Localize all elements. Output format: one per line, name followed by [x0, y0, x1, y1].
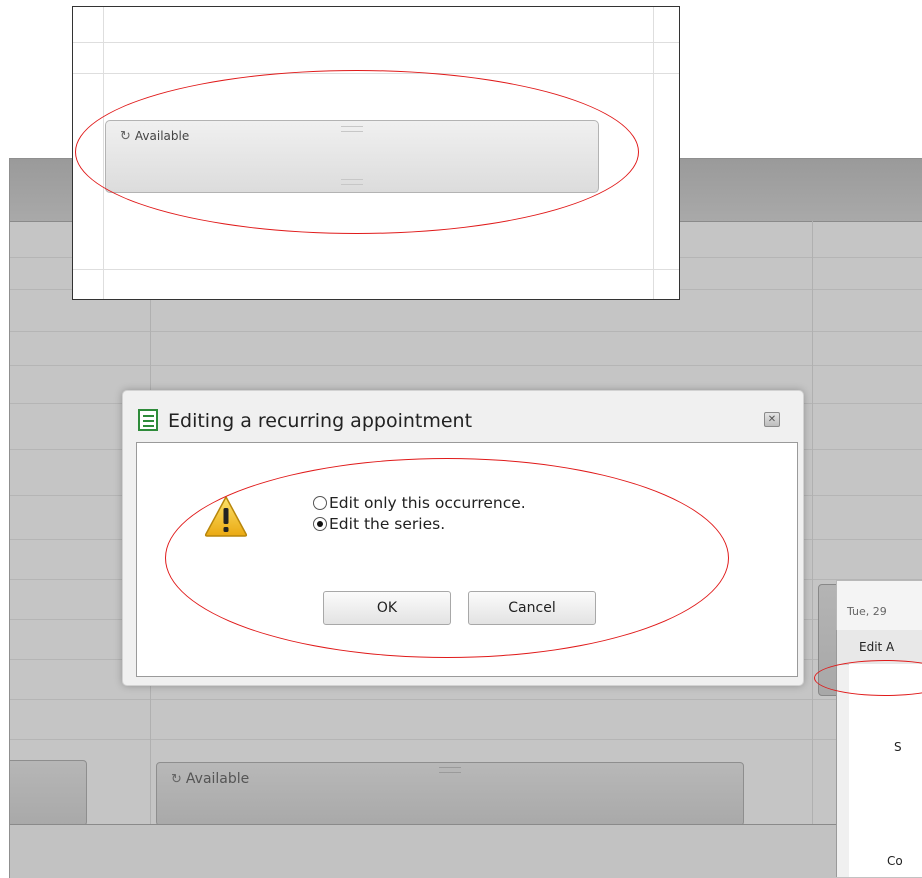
option-edit-series[interactable]: Edit the series. [313, 515, 445, 533]
radio-edit-occurrence[interactable] [313, 496, 327, 510]
recurring-appointment-dialog: Editing a recurring appointment ✕ Edit o… [122, 390, 804, 686]
zoom-inset: ↻ Available [72, 6, 680, 300]
calendar-icon [138, 409, 158, 431]
option-label: Edit the series. [329, 515, 446, 533]
appointment-label: Available [185, 771, 250, 787]
field-label-fragment: Co [887, 854, 903, 868]
tab-label: Edit A [859, 640, 895, 654]
recurrence-icon: ↻ [171, 772, 182, 787]
tab-edit-appointment[interactable]: Edit A [837, 630, 922, 665]
resize-handle-top[interactable] [341, 126, 363, 132]
date-label: Tue, 29 [847, 605, 887, 618]
dialog-body: Edit only this occurrence. Edit the seri… [136, 442, 798, 677]
radio-edit-series[interactable] [313, 517, 327, 531]
recurrence-icon: ↻ [120, 129, 131, 144]
scheduler-footer [10, 824, 922, 878]
option-edit-occurrence[interactable]: Edit only this occurrence. [313, 494, 526, 512]
edit-appointment-panel: Edit A S Co [836, 630, 922, 877]
appointment-block-available[interactable]: ↻ Available [156, 762, 744, 826]
side-date-header: Tue, 29 [836, 580, 922, 632]
edit-panel-content: S Co [849, 664, 922, 877]
appointment-label: Available [134, 129, 190, 143]
field-label-fragment: S [894, 740, 902, 754]
resize-handle-bottom[interactable] [341, 179, 363, 185]
dialog-title: Editing a recurring appointment [168, 410, 473, 432]
appointment-block-left[interactable] [10, 760, 87, 826]
close-icon[interactable]: ✕ [764, 412, 780, 427]
resize-handle[interactable] [439, 767, 461, 773]
appointment-block-zoomed[interactable]: ↻ Available [105, 120, 599, 193]
cancel-button[interactable]: Cancel [468, 591, 596, 625]
warning-icon [204, 496, 248, 537]
ok-button[interactable]: OK [323, 591, 451, 625]
option-label: Edit only this occurrence. [329, 494, 526, 512]
